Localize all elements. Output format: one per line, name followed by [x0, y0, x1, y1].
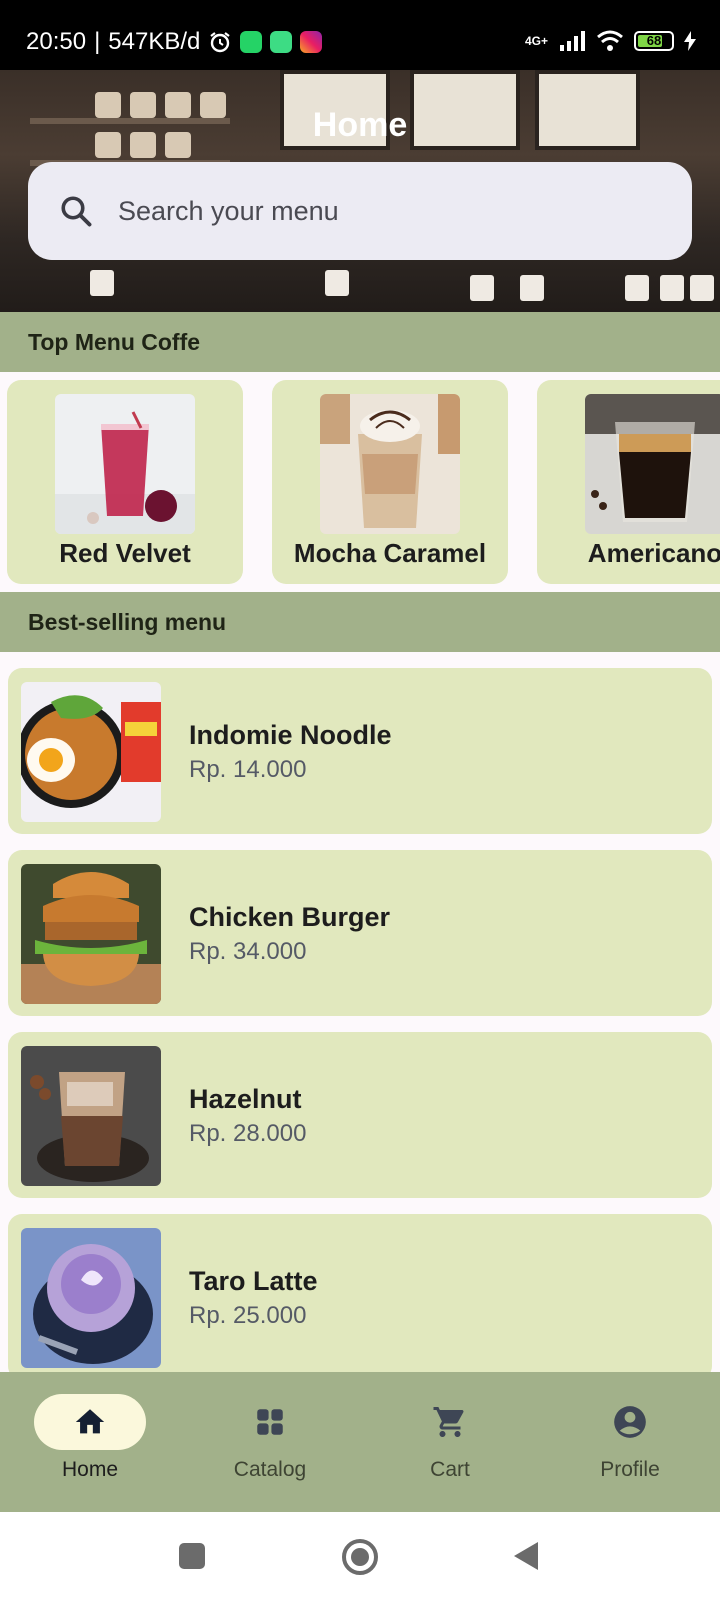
home-button[interactable] — [341, 1538, 379, 1576]
whatsapp-icon — [240, 31, 263, 53]
top-menu-name: Mocha Caramel — [293, 538, 487, 568]
alarm-icon — [210, 32, 231, 53]
top-menu-card[interactable]: Americano — [537, 380, 720, 584]
menu-item-name: Hazelnut — [189, 1084, 302, 1114]
hero-banner: Home Search your menu — [0, 70, 720, 312]
network-type: 4G+ — [524, 34, 548, 48]
back-button[interactable] — [512, 1540, 540, 1572]
top-menu-card[interactable]: Red Velvet — [7, 380, 243, 584]
nav-item-cart[interactable]: Cart — [360, 1372, 540, 1512]
page-title: Home — [312, 106, 408, 144]
menu-item-price: Rp. 25.000 — [189, 1302, 307, 1329]
nav-label-catalog: Catalog — [233, 1458, 307, 1481]
recents-button[interactable] — [178, 1542, 206, 1570]
section-header-top-menu: Top Menu Coffe — [0, 312, 720, 372]
search-bar[interactable]: Search your menu — [28, 162, 692, 260]
taro-latte-image — [21, 1228, 161, 1368]
top-menu-name: Red Velvet — [59, 538, 191, 568]
nav-label-cart: Cart — [430, 1458, 470, 1481]
account-icon — [614, 1406, 646, 1438]
menu-item-name: Indomie Noodle — [189, 720, 392, 750]
menu-list-item[interactable]: Hazelnut Rp. 28.000 — [8, 1032, 712, 1198]
nav-label-home: Home — [61, 1458, 119, 1481]
menu-list-item[interactable]: Chicken Burger Rp. 34.000 — [8, 850, 712, 1016]
menu-item-price: Rp. 14.000 — [189, 756, 307, 783]
system-navigation-bar — [0, 1512, 720, 1600]
top-menu-name: Americano — [587, 538, 720, 568]
menu-item-name: Taro Latte — [189, 1266, 318, 1296]
menu-item-price: Rp. 34.000 — [189, 938, 307, 965]
signal-icon — [560, 31, 585, 51]
top-menu-carousel[interactable]: Red Velvet Mocha Caramel Americano — [0, 372, 720, 588]
search-input[interactable]: Search your menu — [118, 196, 339, 227]
nav-item-home[interactable]: Home — [0, 1372, 180, 1512]
status-left: 20:50 | 547KB/d — [26, 28, 323, 56]
status-bar: 20:50 | 547KB/d 4G+ 68 — [0, 0, 720, 70]
mocha-caramel-image — [320, 394, 460, 534]
section-header-best-selling: Best-selling menu — [0, 592, 720, 652]
battery-level: 68 — [646, 33, 662, 48]
menu-list-item[interactable]: Indomie Noodle Rp. 14.000 — [8, 668, 712, 834]
americano-image — [585, 394, 720, 534]
nav-label-profile: Profile — [600, 1458, 660, 1481]
battery-icon: 68 — [634, 31, 674, 51]
indomie-noodle-image — [21, 682, 161, 822]
search-icon — [61, 196, 92, 227]
menu-item-price: Rp. 28.000 — [189, 1120, 307, 1147]
status-speed: 547KB/d — [108, 28, 201, 55]
menu-item-name: Chicken Burger — [189, 902, 391, 932]
instagram-icon — [300, 31, 323, 53]
chicken-burger-image — [21, 864, 161, 1004]
top-menu-card[interactable]: Mocha Caramel — [272, 380, 508, 584]
grid-icon — [257, 1409, 283, 1435]
nav-item-profile[interactable]: Profile — [540, 1372, 720, 1512]
bottom-navigation: Home Catalog Cart Profile — [0, 1372, 720, 1512]
status-time: 20:50 — [26, 28, 87, 55]
charging-icon — [684, 31, 696, 51]
wifi-icon — [597, 30, 623, 51]
red-velvet-image — [55, 394, 195, 534]
status-right: 4G+ 68 — [525, 30, 696, 52]
nav-item-catalog[interactable]: Catalog — [180, 1372, 360, 1512]
cart-icon — [433, 1407, 464, 1437]
android-icon — [270, 31, 293, 53]
home-icon — [75, 1409, 105, 1434]
hazelnut-image — [21, 1046, 161, 1186]
menu-list-item[interactable]: Taro Latte Rp. 25.000 — [8, 1214, 712, 1380]
